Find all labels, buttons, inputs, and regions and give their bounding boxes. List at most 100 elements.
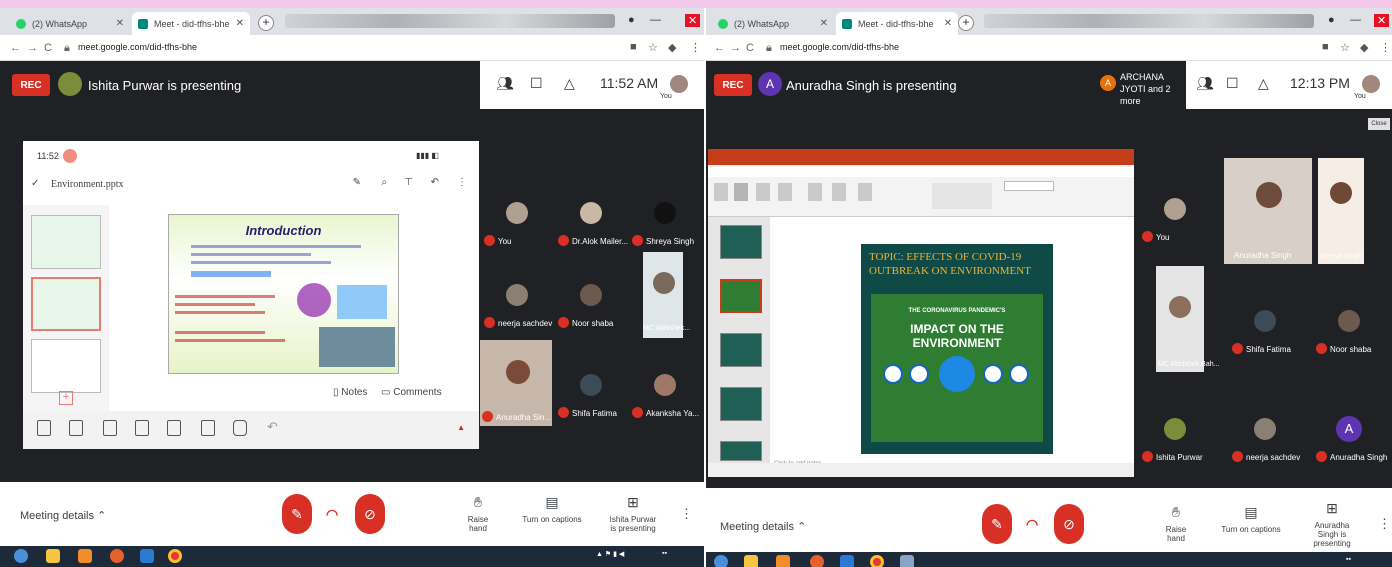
slide-thumb-1[interactable] xyxy=(720,225,762,259)
ie-icon[interactable] xyxy=(140,549,154,563)
star-icon[interactable]: ☆ xyxy=(648,41,658,54)
ie-icon[interactable] xyxy=(840,555,854,567)
reload-icon[interactable]: C xyxy=(746,42,754,54)
url-field[interactable]: meet.google.com/did-tfhs-bhe xyxy=(780,42,899,52)
ribbon-button[interactable] xyxy=(778,183,792,201)
raise-hand-button[interactable]: ✋︎ Raise hand xyxy=(1156,504,1196,543)
slide-thumb-1[interactable] xyxy=(31,215,101,269)
participant-tile[interactable]: neerja sachdev xyxy=(1230,404,1300,466)
mic-toggle-button[interactable]: ✎ xyxy=(982,504,1012,544)
participant-tile[interactable]: MC Abhishek Bah... xyxy=(1156,266,1219,372)
media-player-icon[interactable] xyxy=(776,555,790,567)
textbox-icon[interactable] xyxy=(201,420,215,436)
app-icon[interactable] xyxy=(900,555,914,567)
search-icon[interactable]: ⌕ xyxy=(381,177,387,188)
chat-icon[interactable]: ☐ xyxy=(1226,75,1239,92)
captions-button[interactable]: ▤ Turn on captions xyxy=(1220,504,1282,534)
participant-tile[interactable]: Shifa Fatima xyxy=(1230,296,1300,358)
ribbon-button[interactable] xyxy=(734,183,748,201)
slide-thumb-2[interactable] xyxy=(720,279,762,313)
profile-icon[interactable]: ● xyxy=(1328,14,1335,26)
comment-icon[interactable] xyxy=(69,420,83,436)
people-icon[interactable]: 👥︎ xyxy=(496,75,514,92)
check-icon[interactable]: ✓ xyxy=(31,178,39,189)
participant-tile[interactable]: Noor shaba xyxy=(556,270,626,332)
close-icon[interactable]: ✕ xyxy=(116,18,124,29)
captions-button[interactable]: ▤ Turn on captions xyxy=(522,494,582,524)
start-icon[interactable] xyxy=(714,555,728,567)
present-now-button[interactable]: ⊞ Ishita Purwar is presenting xyxy=(606,494,660,533)
menu-icon[interactable]: ⋮ xyxy=(690,41,701,54)
minimize-icon[interactable]: — xyxy=(650,14,661,26)
undo-icon[interactable]: ↶ xyxy=(267,419,278,435)
image-icon[interactable] xyxy=(135,420,149,436)
tab-whatsapp[interactable]: (2) WhatsApp ✕ xyxy=(10,12,130,35)
ribbon-button[interactable] xyxy=(832,183,846,201)
url-field[interactable]: meet.google.com/did-tfhs-bhe xyxy=(78,42,197,52)
more-options-icon[interactable]: ⋮ xyxy=(680,506,693,522)
reload-icon[interactable]: C xyxy=(44,42,52,54)
minimize-icon[interactable]: — xyxy=(1350,14,1361,26)
forward-icon[interactable]: → xyxy=(27,42,38,54)
slide-thumb-5[interactable] xyxy=(720,441,762,461)
avatar[interactable] xyxy=(670,75,688,93)
camera-icon[interactable]: ■ xyxy=(1322,41,1329,53)
more-options-icon[interactable]: ⋮ xyxy=(1378,516,1391,532)
undo-icon[interactable]: ↶ xyxy=(431,177,439,188)
media-player-icon[interactable] xyxy=(78,549,92,563)
chat-icon[interactable]: ☐ xyxy=(530,75,543,92)
slide-thumb-4[interactable] xyxy=(720,387,762,421)
close-icon[interactable]: ✕ xyxy=(236,18,244,29)
menu-icon[interactable]: ⋮ xyxy=(1380,41,1391,54)
present-now-button[interactable]: ⊞ Anuradha Singh is presenting xyxy=(1304,500,1360,548)
profile-icon[interactable]: ● xyxy=(628,14,635,26)
participant-tile[interactable]: Dr.Alok Mailer... xyxy=(556,188,628,250)
tab-meet[interactable]: Meet - did-tfhs-bhe ✕ xyxy=(132,12,250,35)
participant-tile[interactable]: You xyxy=(1140,184,1210,246)
tab-meet[interactable]: Meet - did-tfhs-bhe ✕ xyxy=(836,12,958,35)
meeting-details-button[interactable]: Meeting details ⌃ xyxy=(20,509,106,522)
extension-icon[interactable]: ◆ xyxy=(668,41,676,54)
chrome-icon[interactable] xyxy=(168,549,182,563)
camera-icon[interactable]: ■ xyxy=(630,41,637,53)
ribbon-button[interactable] xyxy=(858,183,872,201)
participant-tile[interactable]: neerja sachdev xyxy=(482,270,552,332)
participant-tile[interactable]: You xyxy=(482,188,552,250)
firefox-icon[interactable] xyxy=(810,555,824,567)
table-icon[interactable] xyxy=(103,420,117,436)
comments-button[interactable]: ▭ Comments xyxy=(381,387,442,398)
participant-tile[interactable]: Ishita Purwar xyxy=(1140,404,1210,466)
pen-icon[interactable]: ✎ xyxy=(353,177,361,188)
monitor-select[interactable] xyxy=(1004,181,1054,191)
tab-whatsapp[interactable]: (2) WhatsApp ✕ xyxy=(712,12,834,35)
star-icon[interactable]: ☆ xyxy=(1340,41,1350,54)
notes-button[interactable]: ▯ Notes xyxy=(333,387,367,398)
avatar[interactable] xyxy=(1362,75,1380,93)
firefox-icon[interactable] xyxy=(110,549,124,563)
forward-icon[interactable]: → xyxy=(730,42,741,54)
file-explorer-icon[interactable] xyxy=(46,549,60,563)
new-tab-button[interactable]: + xyxy=(258,15,274,31)
people-icon[interactable]: 👥︎ xyxy=(1196,75,1214,92)
meeting-details-button[interactable]: Meeting details ⌃ xyxy=(720,520,806,533)
chrome-icon[interactable] xyxy=(870,555,884,567)
extension-icon[interactable]: ◆ xyxy=(1360,41,1368,54)
slide-thumb-3[interactable] xyxy=(720,333,762,367)
ribbon-button[interactable] xyxy=(808,183,822,201)
present-icon[interactable]: ⊤ xyxy=(404,177,413,188)
camera-icon[interactable] xyxy=(233,420,247,436)
close-window-icon[interactable]: ✕ xyxy=(685,14,701,27)
participant-tile[interactable]: A Anuradha Singh xyxy=(1314,404,1387,466)
participant-tile[interactable]: Shreya Singh xyxy=(630,188,700,250)
participant-tile[interactable]: Anuradha Sin... xyxy=(480,340,552,426)
ribbon-button[interactable] xyxy=(756,183,770,201)
camera-toggle-button[interactable]: ⊘ xyxy=(355,494,385,534)
mic-toggle-button[interactable]: ✎ xyxy=(282,494,312,534)
shapes-icon[interactable] xyxy=(167,420,181,436)
new-tab-button[interactable]: + xyxy=(958,15,974,31)
participant-tile[interactable]: Akanksha Ya... xyxy=(630,360,700,422)
layout-icon[interactable] xyxy=(37,420,51,436)
add-slide-button[interactable]: + xyxy=(59,391,73,405)
slide-thumb-2[interactable] xyxy=(31,277,101,331)
more-icon[interactable]: ⋮ xyxy=(457,177,467,188)
